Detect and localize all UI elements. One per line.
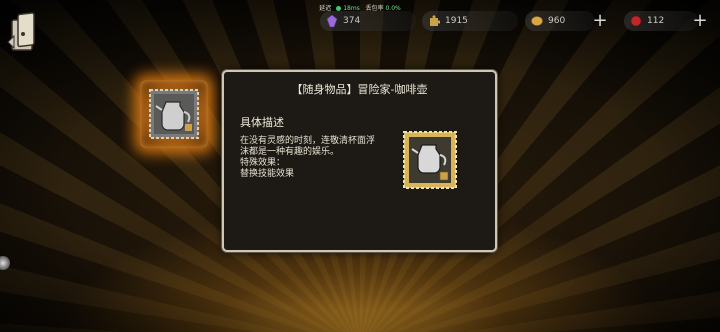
red-gem-value: 112 <box>647 16 665 26</box>
item-description-block: 在没有灵感的时刻，连敬清杯面浮沫都是一种有趣的娱乐。 特殊效果： 替换技能效果 <box>240 136 375 180</box>
gold-puzzle-icon <box>430 15 440 26</box>
exit-button[interactable] <box>4 12 40 56</box>
gold-coin-icon <box>531 16 543 26</box>
red-gem-icon <box>630 15 642 27</box>
coin-value: 960 <box>548 16 566 26</box>
currency-puzzle: 1915 <box>422 11 518 31</box>
item-description: 在没有灵感的时刻，连敬清杯面浮沫都是一种有趣的娱乐。 <box>240 136 376 157</box>
section-title: 具体描述 <box>240 116 284 129</box>
item-detail-modal: 【随身物品】冒险家-咖啡壶 具体描述 在没有灵感的时刻，连敬清杯面浮沫都是一种有… <box>222 70 497 252</box>
purple-crystal-icon <box>326 15 338 27</box>
coffee-pot-stamp-icon <box>403 131 457 189</box>
effect-text: 替换技能效果 <box>240 169 295 179</box>
currency-red-gem: 112 <box>624 11 698 31</box>
coffee-pot-stamp-icon <box>149 89 199 139</box>
crystal-value: 374 <box>343 16 361 26</box>
currency-coin: 960 <box>525 11 595 31</box>
puzzle-value: 1915 <box>445 16 468 26</box>
modal-title: 【随身物品】冒险家-咖啡壶 <box>291 83 428 96</box>
add-coin-button[interactable]: + <box>591 11 609 31</box>
item-preview <box>402 130 458 190</box>
selected-item-slot[interactable] <box>140 80 208 148</box>
exit-door-icon <box>7 12 35 51</box>
effect-label: 特殊效果： <box>240 158 286 168</box>
add-red-gem-button[interactable]: + <box>691 11 709 31</box>
currency-crystal: 374 <box>320 11 416 31</box>
